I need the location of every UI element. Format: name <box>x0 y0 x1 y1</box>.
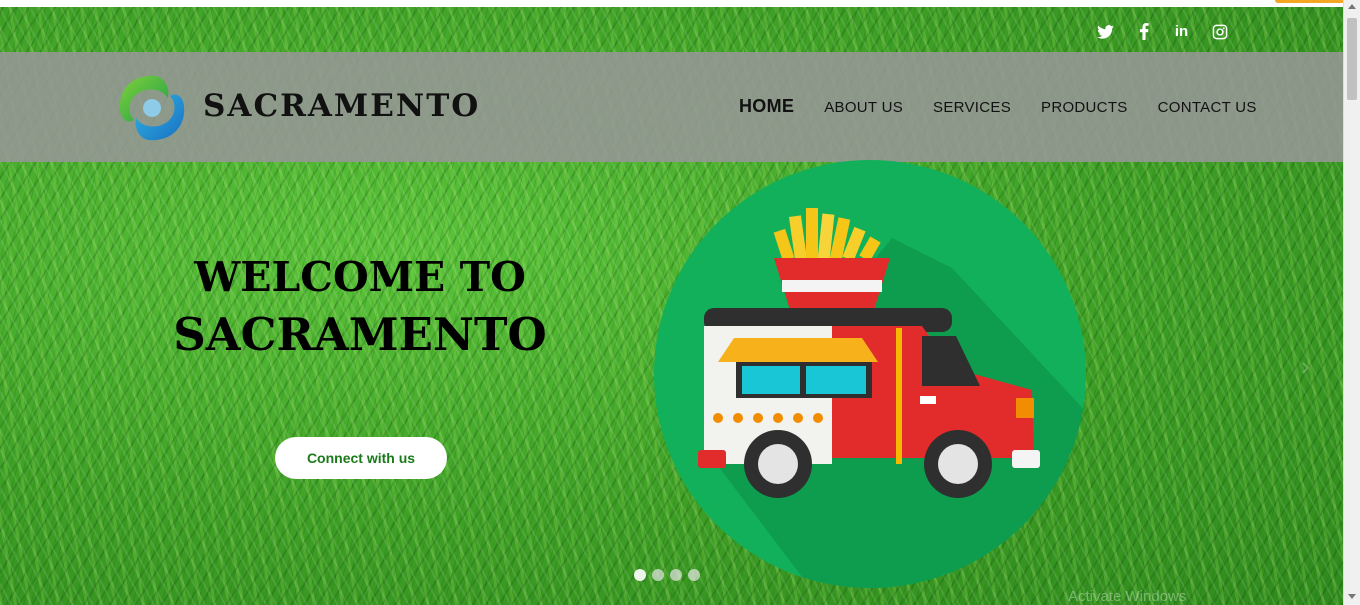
twitter-icon[interactable] <box>1096 22 1115 41</box>
social-links: in <box>1096 22 1229 41</box>
carousel-dots <box>634 569 700 581</box>
hero-title-line1: WELCOME TO <box>194 253 526 301</box>
facebook-icon[interactable] <box>1134 22 1153 41</box>
brand-name[interactable]: SACRAMENTO <box>203 88 480 124</box>
nav-home[interactable]: HOME <box>739 96 794 117</box>
hero-title: WELCOME TO SACRAMENTO <box>150 248 570 364</box>
logo-icon[interactable] <box>116 72 188 144</box>
carousel-dot[interactable] <box>634 569 646 581</box>
carousel-dot[interactable] <box>652 569 664 581</box>
scroll-down-arrow-icon[interactable] <box>1348 594 1356 599</box>
carousel-dot[interactable] <box>670 569 682 581</box>
scroll-thumb[interactable] <box>1347 18 1357 100</box>
page-scrollbar[interactable] <box>1343 0 1360 605</box>
activate-windows-watermark: Activate Windows <box>1068 588 1187 605</box>
instagram-icon[interactable] <box>1210 22 1229 41</box>
nav-contact-us[interactable]: CONTACT US <box>1158 99 1257 116</box>
scroll-up-arrow-icon[interactable] <box>1348 4 1356 9</box>
site-header: SACRAMENTO HOME ABOUT US SERVICES PRODUC… <box>0 52 1343 162</box>
linkedin-icon[interactable]: in <box>1172 22 1191 41</box>
hero-title-line2: SACRAMENTO <box>173 308 547 361</box>
food-truck-illustration <box>654 160 1086 588</box>
main-nav: HOME ABOUT US SERVICES PRODUCTS CONTACT … <box>739 96 1287 117</box>
nav-about-us[interactable]: ABOUT US <box>824 99 903 116</box>
browser-notification-tab <box>1275 0 1345 3</box>
nav-products[interactable]: PRODUCTS <box>1041 99 1128 116</box>
carousel-next-icon[interactable]: › <box>1300 350 1311 383</box>
top-strip <box>0 0 1343 7</box>
connect-button[interactable]: Connect with us <box>275 437 447 479</box>
nav-services[interactable]: SERVICES <box>933 99 1011 116</box>
carousel-dot[interactable] <box>688 569 700 581</box>
